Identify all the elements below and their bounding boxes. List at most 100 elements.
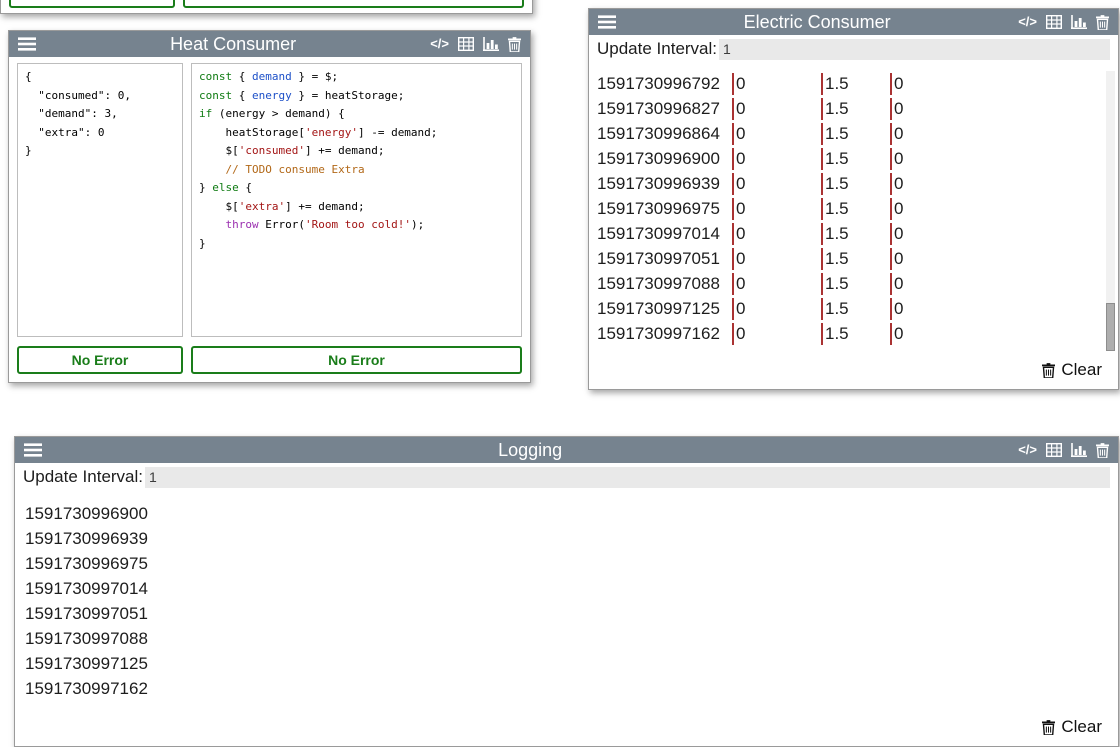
code-line: "demand": 3,: [25, 105, 175, 124]
log-entry: 1591730996975: [25, 551, 1094, 576]
table-cell: 1591730997014: [597, 223, 732, 245]
table-icon[interactable]: [1046, 15, 1062, 29]
trash-icon: [1042, 363, 1055, 378]
table-cell: 0: [732, 223, 821, 245]
table-cell: 1591730996975: [597, 198, 732, 220]
table-row: 159173099712501.50: [597, 296, 1100, 321]
table-icon[interactable]: [458, 37, 474, 51]
header-icons: </>: [1018, 15, 1109, 30]
table-cell: 1.5: [821, 73, 890, 95]
panel-heat-consumer: Heat Consumer </> { "consumed": 0, "dema…: [8, 30, 531, 383]
update-interval-label: Update Interval:: [23, 467, 143, 487]
table-cell: 1.5: [821, 98, 890, 120]
no-error-status-button[interactable]: No Error: [183, 0, 524, 8]
status-button-row: No Error No Error: [17, 346, 522, 374]
clear-button[interactable]: Clear: [1042, 360, 1102, 380]
table-cell: 1591730996827: [597, 98, 732, 120]
table-row: 159173099693901.50: [597, 171, 1100, 196]
code-line: } else {: [199, 179, 514, 198]
code-icon[interactable]: </>: [1018, 443, 1037, 457]
table-row: 159173099679201.50: [597, 71, 1100, 96]
table-cell: 1591730997125: [597, 298, 732, 320]
code-line: // TODO consume Extra: [199, 161, 514, 180]
panel-title: Logging: [42, 440, 1018, 461]
clear-button[interactable]: Clear: [1042, 717, 1102, 737]
table-cell: 0: [732, 123, 821, 145]
table-cell: 1591730997088: [597, 273, 732, 295]
code-line: "extra": 0: [25, 124, 175, 143]
trash-icon[interactable]: [1096, 443, 1109, 458]
code-line: if (energy > demand) {: [199, 105, 514, 124]
code-icon[interactable]: </>: [430, 37, 449, 51]
log-entry: 1591730997088: [25, 626, 1094, 651]
table-cell: 0: [890, 98, 1100, 120]
chart-icon[interactable]: [1071, 15, 1087, 29]
electric-table-body: 159173099679201.50159173099682701.501591…: [597, 71, 1100, 347]
log-entry: 1591730996900: [25, 501, 1094, 526]
table-cell: 0: [890, 73, 1100, 95]
table-row: 159173099697501.50: [597, 196, 1100, 221]
code-icon[interactable]: </>: [1018, 15, 1037, 29]
code-line: throw Error('Room too cold!');: [199, 216, 514, 235]
table-cell: 1.5: [821, 273, 890, 295]
menu-icon[interactable]: [24, 443, 42, 457]
update-interval-row: Update Interval: 1: [15, 465, 1118, 489]
code-line: const { energy } = heatStorage;: [199, 87, 514, 106]
clear-label: Clear: [1061, 360, 1102, 380]
status-button-row: No Error No Error: [9, 0, 524, 8]
chart-icon[interactable]: [1071, 443, 1087, 457]
panel-partial-top: No Error No Error: [0, 0, 533, 14]
menu-icon[interactable]: [598, 15, 616, 29]
log-entry: 1591730997125: [25, 651, 1094, 676]
panel-title: Heat Consumer: [36, 34, 430, 55]
trash-icon[interactable]: [1096, 15, 1109, 30]
table-row: 159173099686401.50: [597, 121, 1100, 146]
table-cell: 0: [890, 248, 1100, 270]
code-line: $['extra'] += demand;: [199, 198, 514, 217]
panel-header: Logging </>: [15, 437, 1118, 463]
json-view[interactable]: { "consumed": 0, "demand": 3, "extra": 0…: [17, 63, 183, 337]
panel-logging: Logging </> Update Interval: 1 159173099…: [14, 436, 1119, 747]
table-cell: 1591730997162: [597, 323, 732, 345]
table-cell: 1.5: [821, 298, 890, 320]
update-interval-input[interactable]: 1: [719, 39, 1110, 60]
update-interval-label: Update Interval:: [597, 39, 717, 59]
table-row: 159173099701401.50: [597, 221, 1100, 246]
table-cell: 0: [732, 73, 821, 95]
code-editor[interactable]: const { demand } = $;const { energy } = …: [191, 63, 522, 337]
table-cell: 0: [890, 298, 1100, 320]
panel-header: Electric Consumer </>: [589, 9, 1118, 35]
table-cell: 0: [732, 298, 821, 320]
scrollbar-thumb[interactable]: [1106, 303, 1115, 351]
header-icons: </>: [430, 37, 521, 52]
no-error-status-button[interactable]: No Error: [9, 0, 175, 8]
scrollbar[interactable]: [1106, 71, 1115, 351]
table-cell: 0: [732, 148, 821, 170]
update-interval-row: Update Interval: 1: [589, 37, 1118, 61]
table-cell: 1591730996792: [597, 73, 732, 95]
table-cell: 0: [890, 148, 1100, 170]
dashboard-canvas: No Error No Error Heat Consumer </> { "c…: [0, 0, 1120, 747]
code-line: {: [25, 68, 175, 87]
no-error-status-button[interactable]: No Error: [191, 346, 522, 374]
panel-title: Electric Consumer: [616, 12, 1018, 33]
table-cell: 0: [732, 323, 821, 345]
table-cell: 1591730996864: [597, 123, 732, 145]
no-error-status-button[interactable]: No Error: [17, 346, 183, 374]
table-icon[interactable]: [1046, 443, 1062, 457]
table-cell: 1591730996939: [597, 173, 732, 195]
chart-icon[interactable]: [483, 37, 499, 51]
table-cell: 1.5: [821, 223, 890, 245]
table-cell: 0: [732, 173, 821, 195]
update-interval-input[interactable]: 1: [145, 467, 1110, 488]
menu-icon[interactable]: [18, 37, 36, 51]
table-cell: 1.5: [821, 323, 890, 345]
trash-icon[interactable]: [508, 37, 521, 52]
log-entry: 1591730996939: [25, 526, 1094, 551]
table-cell: 0: [890, 198, 1100, 220]
code-line: heatStorage['energy'] -= demand;: [199, 124, 514, 143]
table-row: 159173099690001.50: [597, 146, 1100, 171]
header-icons: </>: [1018, 443, 1109, 458]
code-line: }: [199, 235, 514, 254]
clear-label: Clear: [1061, 717, 1102, 737]
